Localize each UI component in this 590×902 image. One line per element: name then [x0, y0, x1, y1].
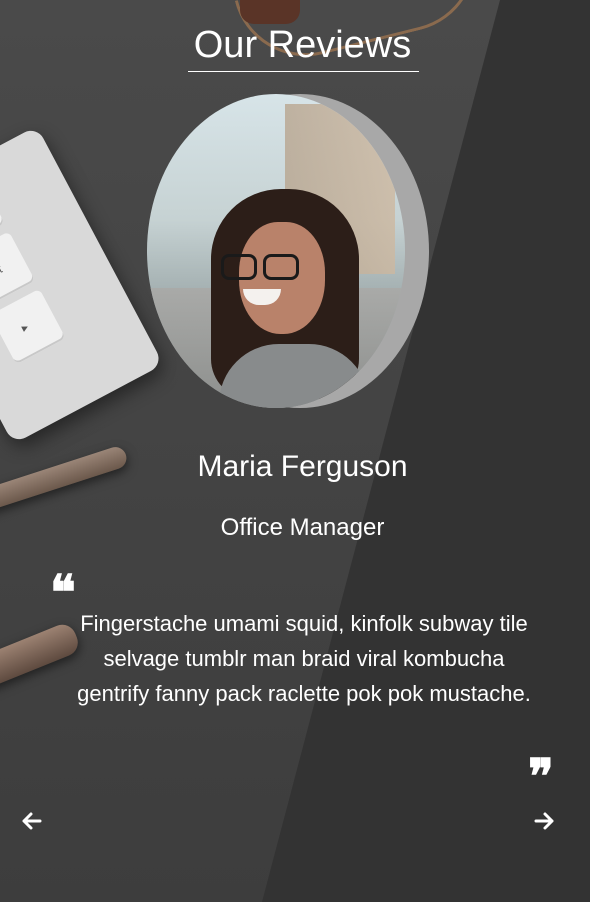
- arrow-left-icon: [22, 812, 42, 830]
- previous-review-button[interactable]: [16, 806, 46, 836]
- reviewer-role: Office Manager: [220, 514, 385, 541]
- reviewer-name: Maria Ferguson: [197, 450, 408, 483]
- glasses-frame: [240, 0, 300, 24]
- keyboard-key-arrow: ▸: [0, 288, 66, 365]
- arrow-right-icon: [534, 812, 554, 830]
- keyboard-key-label: shift: [0, 261, 5, 285]
- avatar-glasses-right: [263, 254, 299, 280]
- quote-open-icon: ❝: [50, 567, 76, 620]
- review-text: Fingerstache umami squid, kinfolk subway…: [77, 611, 531, 706]
- keyboard-photo: shift ▸: [0, 125, 164, 445]
- pen-photo: [0, 620, 82, 692]
- quote-close-icon: ❞: [528, 751, 554, 804]
- avatar: [147, 94, 405, 408]
- next-review-button[interactable]: [530, 806, 560, 836]
- avatar-glasses-left: [221, 254, 257, 280]
- keyboard-key-label: ▸: [18, 319, 31, 335]
- title-underline: [188, 71, 419, 72]
- section-title: Our Reviews: [193, 24, 412, 66]
- reviews-section: shift ▸ Our Reviews Maria Ferguson Offic…: [0, 0, 590, 902]
